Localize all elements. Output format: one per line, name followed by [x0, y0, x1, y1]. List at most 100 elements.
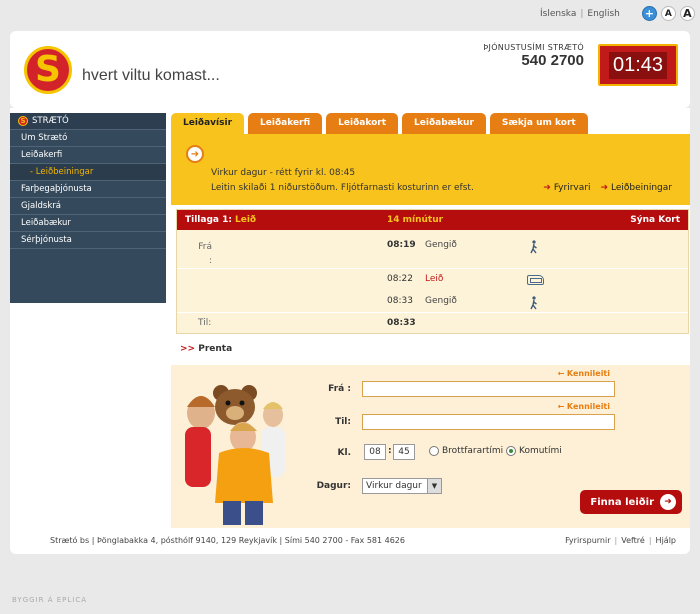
row-divider	[177, 312, 688, 313]
sidebar-item-gjaldskra[interactable]: Gjaldskrá	[10, 198, 166, 215]
separator: |	[580, 8, 584, 19]
minute-input[interactable]: 45	[393, 444, 415, 460]
radio-departure-time[interactable]: Brottfarartími	[429, 446, 503, 456]
radio-arrival-time[interactable]: Komutími	[506, 446, 562, 456]
sidebar-item-serthjonusta[interactable]: Sérþjónusta	[10, 232, 166, 249]
plus-icon[interactable]: +	[641, 6, 657, 21]
day-label: Dagur:	[316, 481, 351, 491]
arrow-right-icon: ➜	[660, 494, 676, 510]
from-landmark-link[interactable]: ← Kennileiti	[558, 369, 610, 378]
from-input[interactable]	[362, 381, 615, 397]
footer-link-help[interactable]: Hjálp	[656, 536, 676, 545]
route-result: Tillaga 1: Leið 14 mínútur Sýna Kort Frá…	[176, 209, 689, 334]
route-result-header[interactable]: Tillaga 1: Leið 14 mínútur Sýna Kort	[177, 210, 688, 230]
footer-link-questions[interactable]: Fyrirspurnir	[565, 536, 610, 545]
radio-arrival-label: Komutími	[519, 446, 562, 456]
table-row: Frá : 08:19 Gengið	[177, 240, 688, 268]
row-label: Frá :	[198, 242, 212, 266]
tab-saekja-um-kort[interactable]: Sækja um kort	[489, 113, 588, 134]
service-phone: 540 2700	[521, 52, 584, 69]
hour-input[interactable]: 08	[364, 444, 386, 460]
lang-icelandic-link[interactable]: Íslenska	[540, 9, 576, 19]
to-input[interactable]	[362, 414, 615, 430]
footer-links: Fyrirspurnir | Veftré | Hjálp	[565, 536, 676, 545]
to-label: Til:	[335, 417, 351, 427]
sidebar-nav: S STRÆTÓ Um Strætó Leiðakerfi - Leiðbein…	[10, 113, 166, 303]
show-map-link[interactable]: Sýna Kort	[630, 215, 680, 225]
sidebar-item-leidbeiningar[interactable]: - Leiðbeiningar	[10, 164, 166, 181]
search-result-count: Leitin skilaði 1 niðurstöðum. Fljótfarna…	[211, 183, 474, 193]
radio-departure-label: Brottfarartími	[442, 446, 504, 456]
sidebar-item-label: STRÆTÓ	[32, 115, 69, 126]
straeto-logo[interactable]: S	[24, 46, 72, 94]
sidebar-item-leidabaekur[interactable]: Leiðabækur	[10, 215, 166, 232]
route-duration: 14 mínútur	[387, 215, 444, 225]
footer-address: Strætó bs | Þönglabakka 4, pósthólf 9140…	[50, 536, 405, 545]
sidebar-item-um-straeto[interactable]: Um Strætó	[10, 130, 166, 147]
kids-bear-illustration	[181, 375, 291, 525]
route-label: Leið	[235, 215, 257, 225]
radio-button[interactable]	[429, 446, 439, 456]
separator: |	[614, 536, 618, 545]
walk-icon	[529, 296, 539, 313]
tab-bar: Leiðavísir Leiðakerfi Leiðakort Leiðabæk…	[171, 113, 588, 134]
row-description[interactable]: Leið	[425, 274, 443, 284]
search-summary-line: Virkur dagur - rétt fyrir kl. 08:45	[211, 168, 356, 178]
info-links: ➜ Fyrirvari ➜ Leiðbeiningar	[543, 183, 672, 193]
landmark-label: Kennileiti	[566, 402, 610, 411]
arrow-left-icon: ←	[557, 369, 565, 378]
font-small-button[interactable]: A	[660, 6, 676, 21]
chevron-down-icon[interactable]: ▼	[427, 479, 441, 493]
time-label: Kl.	[337, 448, 351, 458]
lang-english-link[interactable]: English	[587, 9, 620, 19]
radio-button-selected[interactable]	[506, 446, 516, 456]
row-time: 08:22	[387, 274, 413, 284]
sidebar-item-farthegathjonusta[interactable]: Farþegaþjónusta	[10, 181, 166, 198]
day-select-value: Virkur dagur	[366, 481, 422, 491]
to-landmark-link[interactable]: ← Kennileiti	[558, 402, 610, 411]
from-label: Frá :	[328, 384, 351, 394]
disclaimer-link[interactable]: ➜ Fyrirvari	[543, 183, 590, 193]
guidance-link[interactable]: ➜ Leiðbeiningar	[600, 183, 672, 193]
clock-display: 01:43	[598, 44, 678, 86]
bus-icon	[527, 274, 544, 288]
route-search-form: Frá : ← Kennileiti Til: ← Kennileiti Kl.…	[171, 365, 690, 528]
tab-leidakort[interactable]: Leiðakort	[326, 113, 399, 134]
tab-leidakerfi[interactable]: Leiðakerfi	[248, 113, 323, 134]
site-header: S hvert viltu komast... ÞJÓNUSTUSÍMI STR…	[10, 31, 690, 108]
find-routes-button[interactable]: Finna leiðir ➜	[580, 490, 682, 514]
tagline: hvert viltu komast...	[82, 67, 220, 84]
print-label: Prenta	[198, 344, 233, 354]
arrow-left-icon: ←	[557, 402, 565, 411]
landmark-label: Kennileiti	[566, 369, 610, 378]
tab-leidavisir[interactable]: Leiðavísir	[171, 113, 245, 134]
service-label: ÞJÓNUSTUSÍMI STRÆTÓ	[483, 43, 584, 52]
day-select[interactable]: Virkur dagur ▼	[362, 478, 442, 494]
walk-icon	[529, 240, 539, 257]
guidance-link-label: Leiðbeiningar	[611, 183, 672, 193]
print-link[interactable]: >> Prenta	[180, 344, 232, 354]
separator: |	[648, 536, 652, 545]
footer-link-sitemap[interactable]: Veftré	[621, 536, 645, 545]
row-divider	[177, 268, 688, 269]
top-links: Íslenska | English + A A	[540, 6, 695, 21]
arrow-right-icon[interactable]: ➜	[186, 145, 204, 163]
sidebar-item-leidakerfi[interactable]: Leiðakerfi	[10, 147, 166, 164]
tab-leidabaekur[interactable]: Leiðabækur	[402, 113, 486, 134]
row-description: Gengið	[425, 296, 457, 306]
arrow-icon: ➜	[543, 183, 551, 193]
service-phone-block: ÞJÓNUSTUSÍMI STRÆTÓ 540 2700	[483, 43, 584, 69]
find-routes-label: Finna leiðir	[590, 496, 654, 508]
time-colon: :	[388, 446, 392, 456]
row-label: Til:	[198, 318, 212, 328]
disclaimer-link-label: Fyrirvari	[553, 183, 591, 193]
print-arrows: >>	[180, 344, 196, 354]
straeto-mini-logo-icon: S	[18, 116, 28, 126]
search-info-box: ➜ Virkur dagur - rétt fyrir kl. 08:45 Le…	[171, 134, 690, 205]
arrow-icon: ➜	[600, 183, 608, 193]
sidebar-item-straeto[interactable]: S STRÆTÓ	[10, 113, 166, 130]
clock-time: 01:43	[608, 51, 668, 79]
eplica-credit[interactable]: BYGGIR Á EPLICA	[12, 596, 87, 604]
font-large-button[interactable]: A	[679, 6, 695, 21]
row-description: Gengið	[425, 240, 457, 250]
